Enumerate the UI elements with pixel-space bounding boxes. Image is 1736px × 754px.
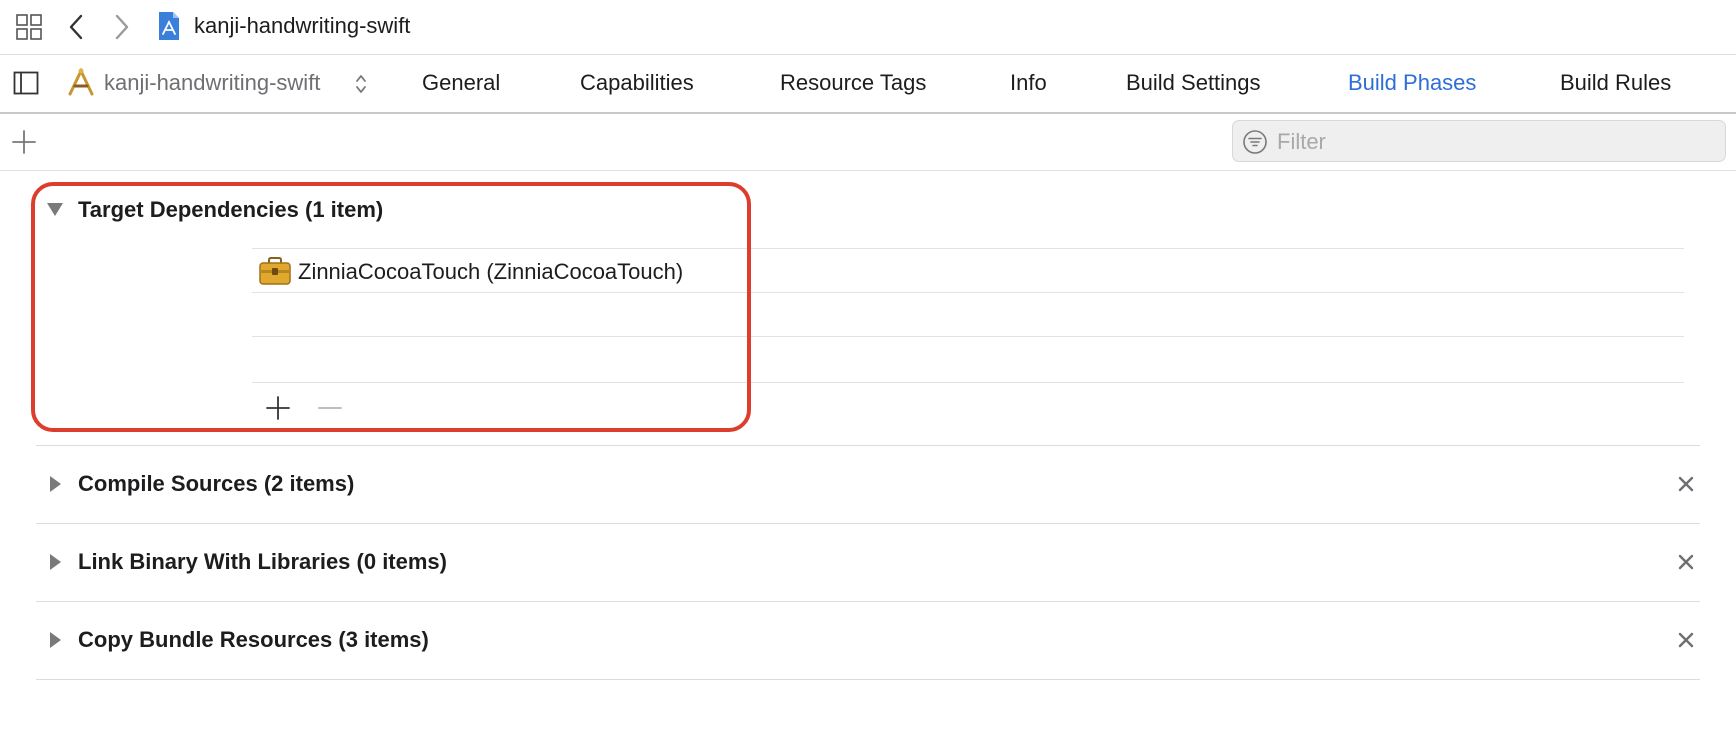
tab-build-rules[interactable]: Build Rules [1560,68,1671,98]
disclosure-triangle-collapsed-icon[interactable] [44,473,66,495]
phase-separator [36,601,1700,602]
target-selector[interactable]: kanji-handwriting-swift [104,69,320,97]
chevron-right-icon[interactable] [110,12,134,42]
plus-icon[interactable] [264,394,292,422]
phase-title-link-binary-with-libraries[interactable]: Link Binary With Libraries (0 items) [78,548,447,576]
phase-title-compile-sources[interactable]: Compile Sources (2 items) [78,470,354,498]
phase-title-target-dependencies[interactable]: Target Dependencies (1 item) [78,196,383,224]
dependency-item[interactable]: ZinniaCocoaTouch (ZinniaCocoaTouch) [298,258,683,286]
filter-icon [1242,129,1268,155]
row-divider [252,248,1684,249]
plus-icon[interactable] [10,128,38,156]
sidebar-toggle-icon[interactable] [12,69,40,97]
close-icon[interactable] [1674,472,1698,496]
close-icon[interactable] [1674,628,1698,652]
tab-resource-tags[interactable]: Resource Tags [780,68,926,98]
tab-build-phases[interactable]: Build Phases [1348,68,1476,98]
navigation-bar: kanji-handwriting-swift [0,0,1736,55]
filter-input[interactable] [1275,121,1719,163]
row-divider [252,292,1684,293]
disclosure-triangle-collapsed-icon[interactable] [44,551,66,573]
xcode-project-icon [156,10,182,42]
tab-general[interactable]: General [422,68,500,98]
tab-capabilities[interactable]: Capabilities [580,68,694,98]
phase-separator [36,523,1700,524]
tab-info[interactable]: Info [1010,68,1047,98]
row-divider [252,382,1684,383]
framework-toolbox-icon [258,256,292,286]
phase-separator [36,679,1700,680]
phase-separator [36,445,1700,446]
disclosure-triangle-collapsed-icon[interactable] [44,629,66,651]
project-breadcrumb-title[interactable]: kanji-handwriting-swift [194,12,410,40]
chevron-up-down-icon[interactable] [352,71,370,97]
app-target-icon [66,67,96,97]
tab-build-settings[interactable]: Build Settings [1126,68,1261,98]
build-phases-toolbar [0,114,1736,171]
row-divider [252,336,1684,337]
phase-title-copy-bundle-resources[interactable]: Copy Bundle Resources (3 items) [78,626,429,654]
filter-field[interactable] [1232,120,1726,163]
disclosure-triangle-expanded-icon[interactable] [44,198,66,220]
grid-icon[interactable] [14,12,44,42]
editor-tab-bar: kanji-handwriting-swift General Capabili… [0,55,1736,114]
chevron-left-icon[interactable] [64,12,88,42]
close-icon[interactable] [1674,550,1698,574]
minus-icon[interactable] [316,394,344,422]
